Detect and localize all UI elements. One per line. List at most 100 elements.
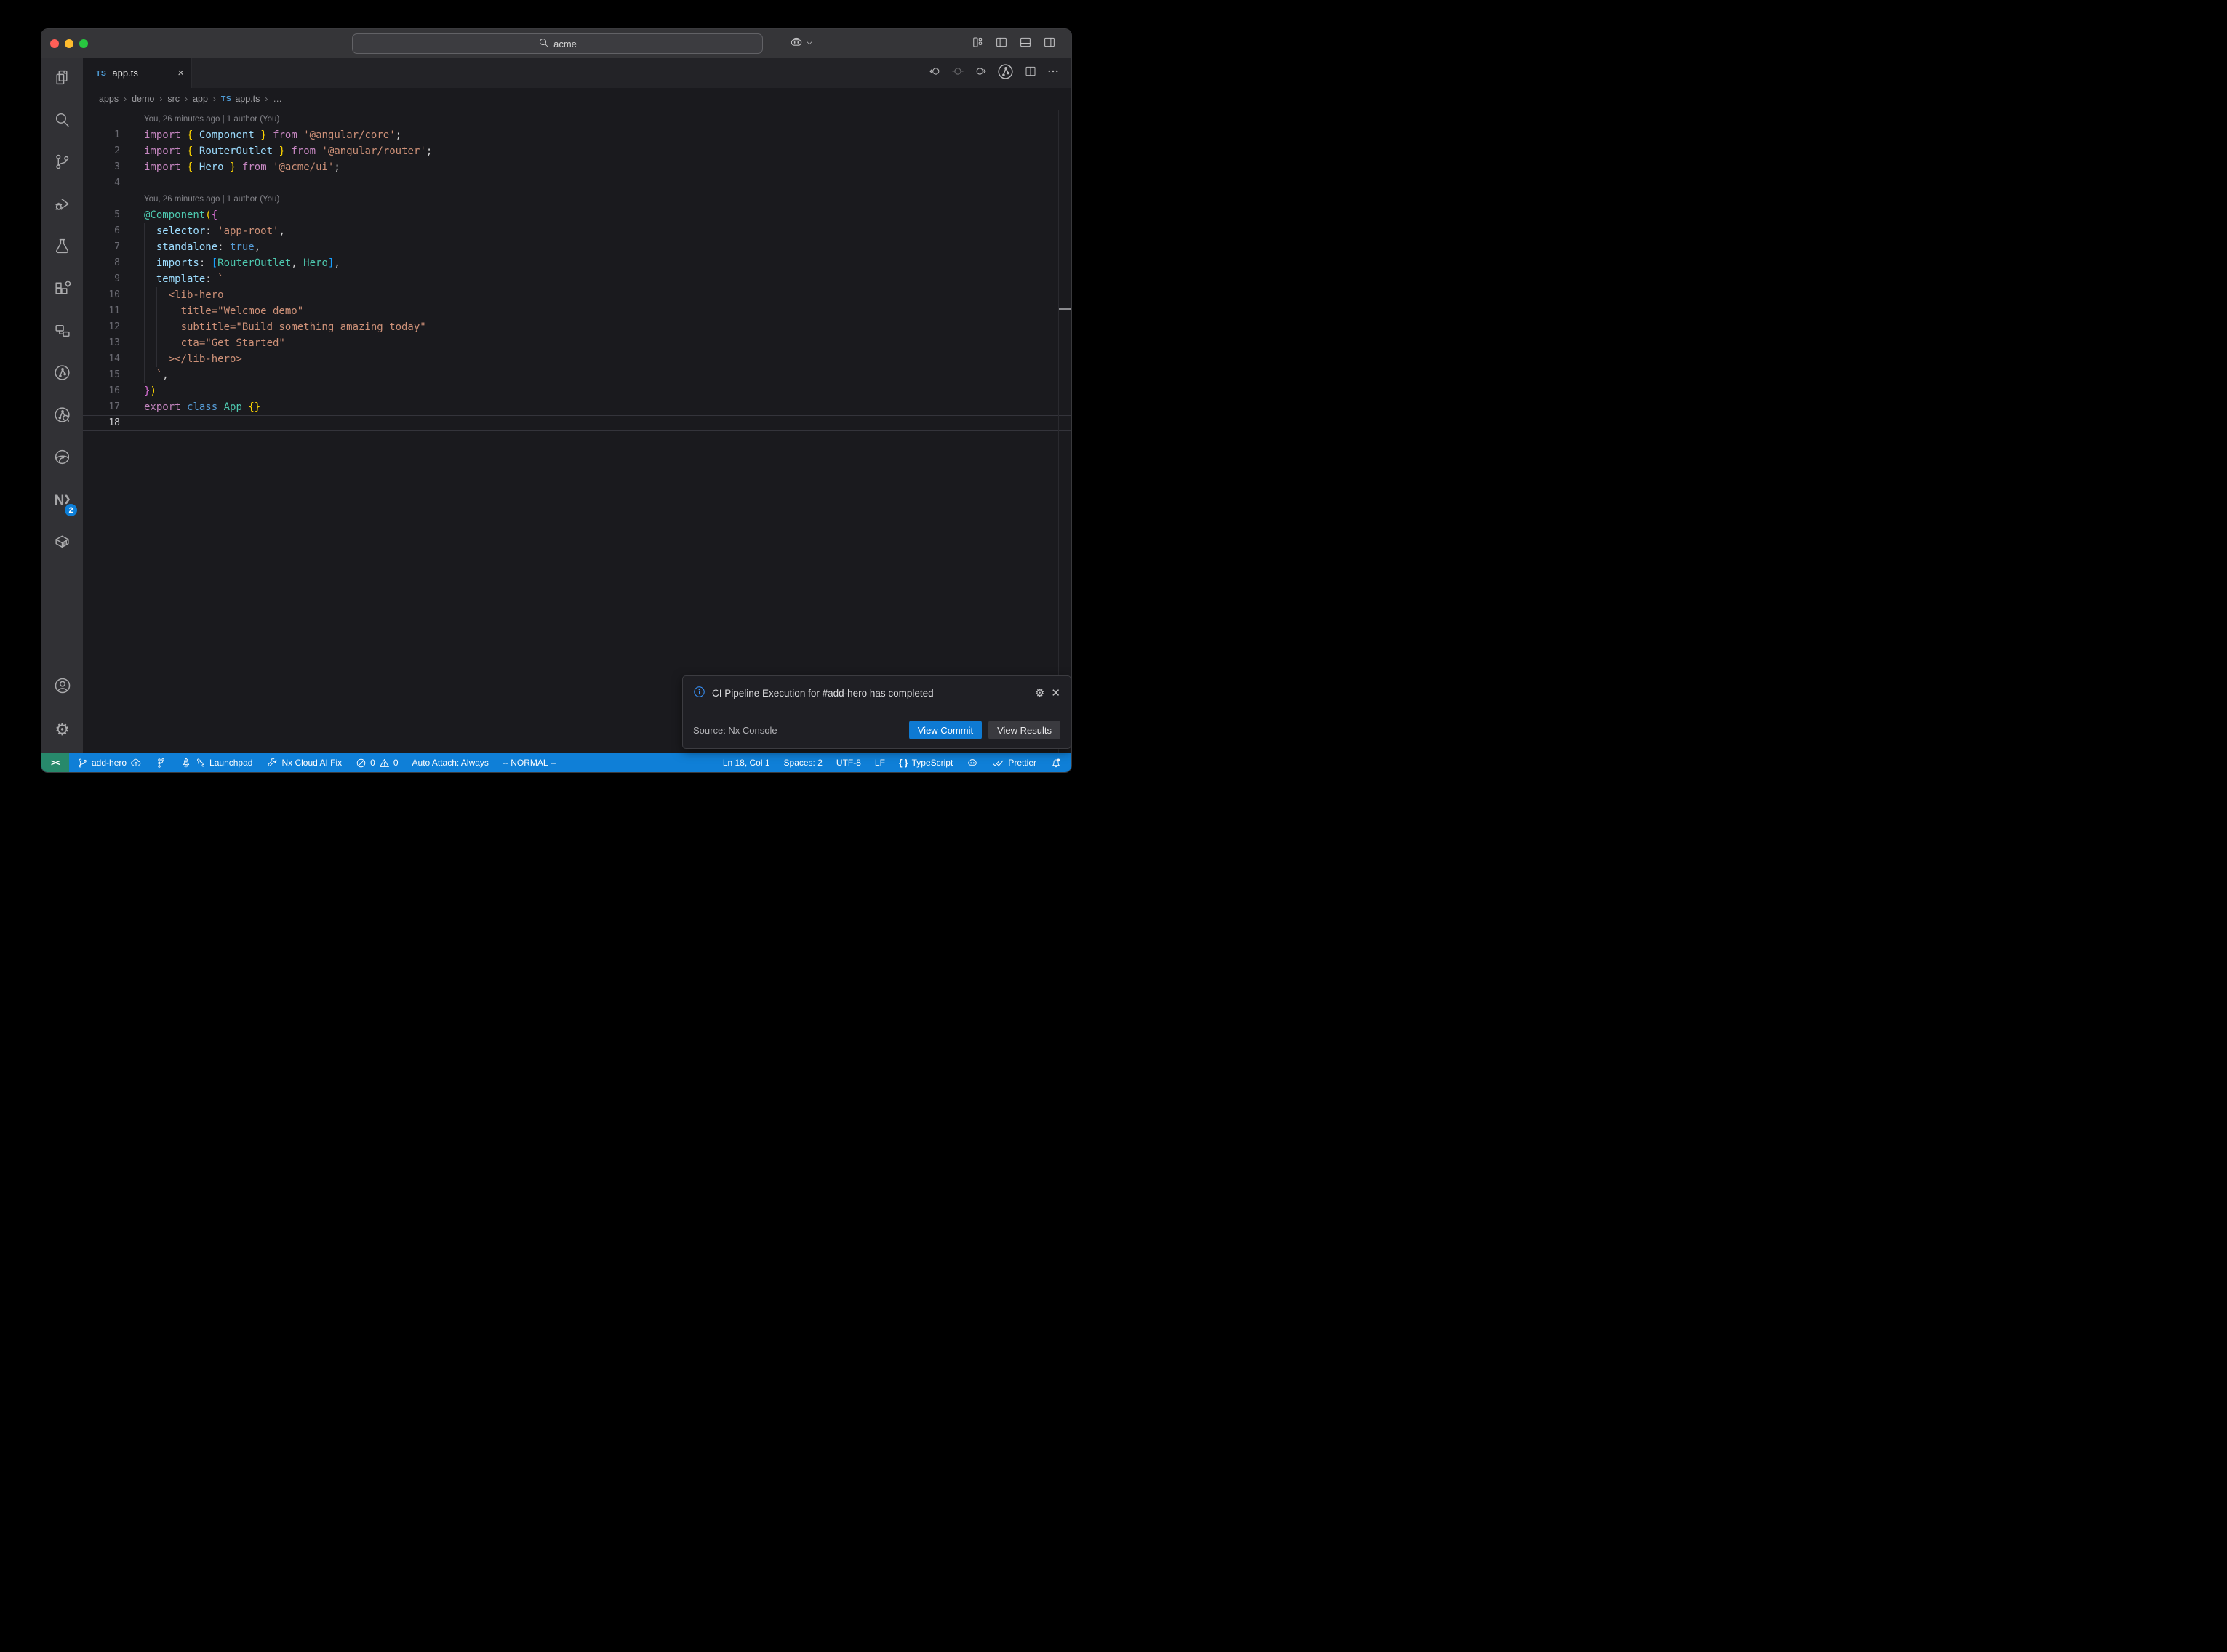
view-results-button[interactable]: View Results [988, 721, 1060, 739]
code-line[interactable]: 10<lib-hero [83, 287, 1071, 303]
breadcrumb-separator: › [213, 94, 216, 104]
edge-icon [53, 448, 71, 470]
code-line[interactable]: 9template: ` [83, 271, 1071, 287]
notification-source: Source: Nx Console [693, 725, 777, 736]
zoom-window-button[interactable] [79, 39, 88, 48]
activity-item-edge-browser[interactable] [41, 438, 83, 480]
status-encoding[interactable]: UTF-8 [836, 758, 861, 768]
status-auto-attach[interactable]: Auto Attach: Always [412, 758, 489, 768]
previous-change-button[interactable] [929, 65, 942, 81]
code-line[interactable]: 11title="Welcmoe demo" [83, 303, 1071, 319]
notification-settings-icon[interactable]: ⚙ [1035, 686, 1044, 699]
code-line[interactable]: 1import { Component } from '@angular/cor… [83, 127, 1071, 143]
line-number: 11 [83, 303, 120, 319]
overview-ruler-mark [1059, 308, 1071, 310]
code-line[interactable]: 8imports: [RouterOutlet, Hero], [83, 255, 1071, 271]
command-center-search[interactable]: acme [352, 33, 763, 54]
typescript-file-icon: TS [221, 95, 231, 103]
status-problems-status[interactable]: 00 [356, 758, 398, 769]
code-line[interactable]: 6selector: 'app-root', [83, 223, 1071, 239]
breadcrumb-item[interactable]: app [193, 94, 208, 104]
commit-graph-search-icon [53, 406, 71, 428]
status-branch-status[interactable]: add-hero [77, 757, 142, 769]
activity-item-containers[interactable] [41, 522, 83, 564]
code-line[interactable]: 18 [83, 415, 1071, 431]
status-language-mode[interactable]: { }TypeScript [899, 758, 953, 768]
status-nx-cloud-ai-fix[interactable]: Nx Cloud AI Fix [266, 757, 342, 769]
more-actions-button[interactable] [1047, 65, 1060, 81]
window-controls [41, 39, 114, 48]
indent-guide [144, 303, 145, 319]
commit-graph-button[interactable] [996, 63, 1015, 84]
customize-layout-button[interactable] [971, 36, 984, 52]
code-line[interactable]: 7standalone: true, [83, 239, 1071, 255]
close-tab-icon[interactable]: × [177, 67, 184, 79]
status-remote-indicator[interactable]: >< [41, 753, 69, 772]
activity-item-extensions[interactable] [41, 269, 83, 311]
tab-app-ts[interactable]: TS app.ts × [83, 58, 192, 88]
status-indentation[interactable]: Spaces: 2 [784, 758, 823, 768]
code-line[interactable]: 17export class App {} [83, 399, 1071, 415]
code-content: export class App {} [144, 399, 260, 415]
code-content: selector: 'app-root', [144, 223, 285, 239]
copilot-icon[interactable] [789, 35, 804, 53]
status-commit-graph-status[interactable] [156, 758, 167, 769]
status-prettier-status[interactable]: Prettier [992, 757, 1036, 769]
next-change-button[interactable] [974, 65, 987, 81]
breadcrumb-item[interactable]: apps [99, 94, 119, 104]
code-line[interactable]: 5@Component({ [83, 207, 1071, 223]
activity-item-run-and-debug[interactable] [41, 185, 83, 227]
toggle-sidebar-button[interactable] [995, 36, 1008, 52]
breadcrumb-file[interactable]: TSapp.ts [221, 94, 260, 104]
activity-item-testing[interactable] [41, 227, 83, 269]
git-branch-s-icon [77, 758, 88, 769]
line-number: 9 [83, 271, 120, 287]
error-icon [356, 758, 367, 769]
breadcrumb-symbol[interactable]: … [273, 94, 282, 104]
code-line[interactable]: 16}) [83, 383, 1071, 399]
breadcrumb-item[interactable]: demo [132, 94, 154, 104]
activity-item-commit-graph[interactable] [41, 353, 83, 396]
status-text: Launchpad [209, 758, 252, 768]
code-editor[interactable]: You, 26 minutes ago | 1 author (You)1imp… [83, 110, 1071, 753]
breadcrumb-item[interactable]: src [167, 94, 180, 104]
minimize-window-button[interactable] [65, 39, 73, 48]
status-text: LF [875, 758, 885, 768]
activity-item-explorer[interactable] [41, 58, 83, 100]
code-content: subtitle="Build something amazing today" [144, 319, 426, 335]
activity-item-search-and-compare[interactable] [41, 396, 83, 438]
code-line[interactable]: 15`, [83, 367, 1071, 383]
search-icon [53, 111, 71, 132]
code-line[interactable]: 14></lib-hero> [83, 351, 1071, 367]
status-eol[interactable]: LF [875, 758, 885, 768]
toggle-secondary-sidebar-button[interactable] [1043, 36, 1056, 52]
status-notifications-bell[interactable] [1050, 757, 1062, 769]
search-value: acme [553, 39, 577, 49]
code-content: `, [144, 367, 169, 383]
notification-close-icon[interactable]: ✕ [1051, 686, 1060, 699]
activity-item-search[interactable] [41, 100, 83, 143]
status-text: 0 [393, 758, 399, 768]
status-cursor-position[interactable]: Ln 18, Col 1 [723, 758, 770, 768]
code-line[interactable]: 13cta="Get Started" [83, 335, 1071, 351]
activity-item-settings[interactable]: ⚙ [41, 708, 83, 750]
activity-item-linked-editors[interactable] [41, 311, 83, 353]
activity-item-source-control[interactable] [41, 143, 83, 185]
activity-item-accounts[interactable] [41, 666, 83, 708]
status-launchpad-status[interactable]: Launchpad [180, 757, 252, 769]
code-line[interactable]: 12subtitle="Build something amazing toda… [83, 319, 1071, 335]
change-indicator[interactable] [951, 65, 964, 81]
chevron-down-icon[interactable] [805, 38, 814, 51]
code-line[interactable]: 2import { RouterOutlet } from '@angular/… [83, 143, 1071, 159]
status-vim-mode[interactable]: -- NORMAL -- [503, 758, 556, 768]
code-line[interactable]: 3import { Hero } from '@acme/ui'; [83, 159, 1071, 175]
code-line[interactable]: 4 [83, 175, 1071, 191]
activity-item-nx-console[interactable]: N❯2 [41, 480, 83, 522]
code-content: <lib-hero [144, 287, 224, 303]
status-copilot-status[interactable] [967, 757, 978, 769]
view-commit-button[interactable]: View Commit [909, 721, 982, 739]
toggle-panel-button[interactable] [1019, 36, 1032, 52]
git-branch-icon [53, 153, 71, 175]
close-window-button[interactable] [50, 39, 59, 48]
split-editor-button[interactable] [1024, 65, 1037, 81]
